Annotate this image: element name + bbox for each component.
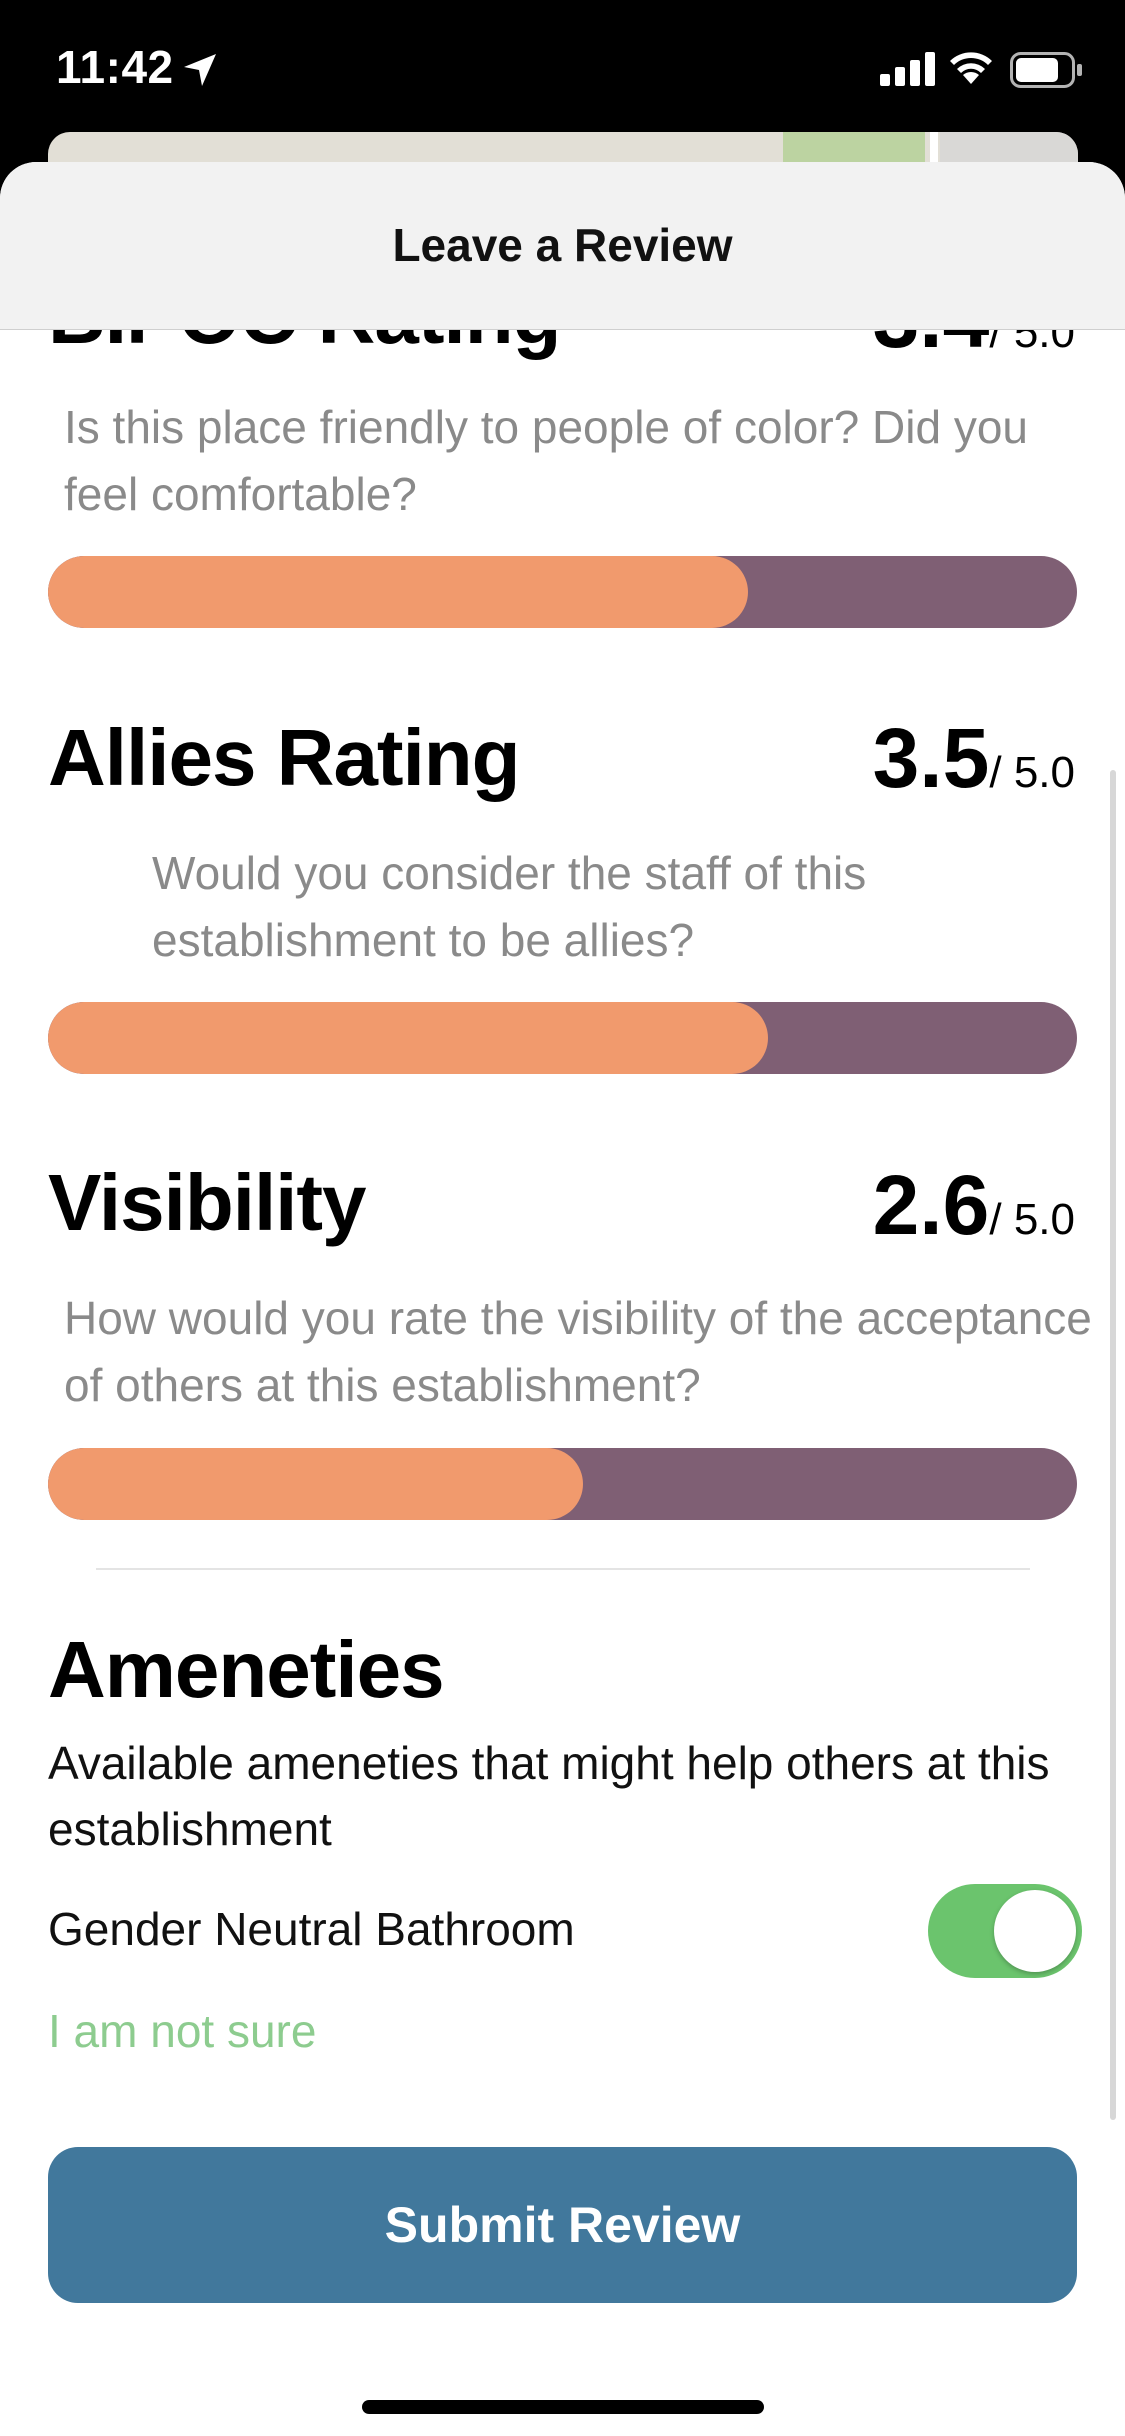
- cellular-signal-icon: [880, 52, 936, 91]
- slider-fill: [48, 1448, 584, 1520]
- battery-icon: [1010, 52, 1084, 93]
- visibility-rating-title: Visibility: [48, 1158, 367, 1247]
- gender-neutral-bathroom-label: Gender Neutral Bathroom: [48, 1903, 575, 1955]
- bipoc-rating-description: Is this place friendly to people of colo…: [64, 401, 1028, 520]
- bipoc-rating-slider[interactable]: [48, 556, 1077, 628]
- sheet-title: Leave a Review: [392, 219, 733, 271]
- location-arrow-icon: [182, 52, 218, 93]
- review-content: BIPOC Rating 3.4/ 5.0 Is this place frie…: [0, 162, 1125, 2436]
- visibility-rating-score: 2.6/ 5.0: [872, 1158, 1075, 1252]
- slider-fill: [48, 556, 748, 628]
- amenities-subtitle: Available ameneties that might help othe…: [48, 1737, 1050, 1855]
- submit-review-button[interactable]: Submit Review: [48, 2147, 1077, 2303]
- amenities-title: Ameneties: [48, 1625, 445, 1714]
- wifi-icon: [948, 48, 994, 91]
- home-indicator[interactable]: [362, 2400, 764, 2414]
- visibility-rating-slider[interactable]: [48, 1448, 1077, 1520]
- allies-rating-score: 3.5/ 5.0: [872, 711, 1075, 805]
- toggle-knob: [994, 1890, 1076, 1972]
- visibility-rating-description: How would you rate the visibility of the…: [64, 1292, 1092, 1411]
- allies-rating-description: Would you consider the staff of this est…: [152, 847, 867, 966]
- gender-neutral-bathroom-toggle[interactable]: [928, 1884, 1082, 1978]
- status-time: 11:42: [56, 41, 174, 93]
- review-sheet: BIPOC Rating 3.4/ 5.0 Is this place frie…: [0, 162, 1125, 2436]
- sheet-header: Leave a Review: [0, 162, 1125, 330]
- status-bar: 11:42: [0, 0, 1125, 140]
- section-divider: [96, 1568, 1030, 1570]
- scrollbar[interactable]: [1110, 770, 1116, 2120]
- allies-rating-title: Allies Rating: [48, 713, 521, 802]
- allies-rating-slider[interactable]: [48, 1002, 1077, 1074]
- slider-fill: [48, 1002, 769, 1074]
- not-sure-link[interactable]: I am not sure: [48, 2004, 316, 2058]
